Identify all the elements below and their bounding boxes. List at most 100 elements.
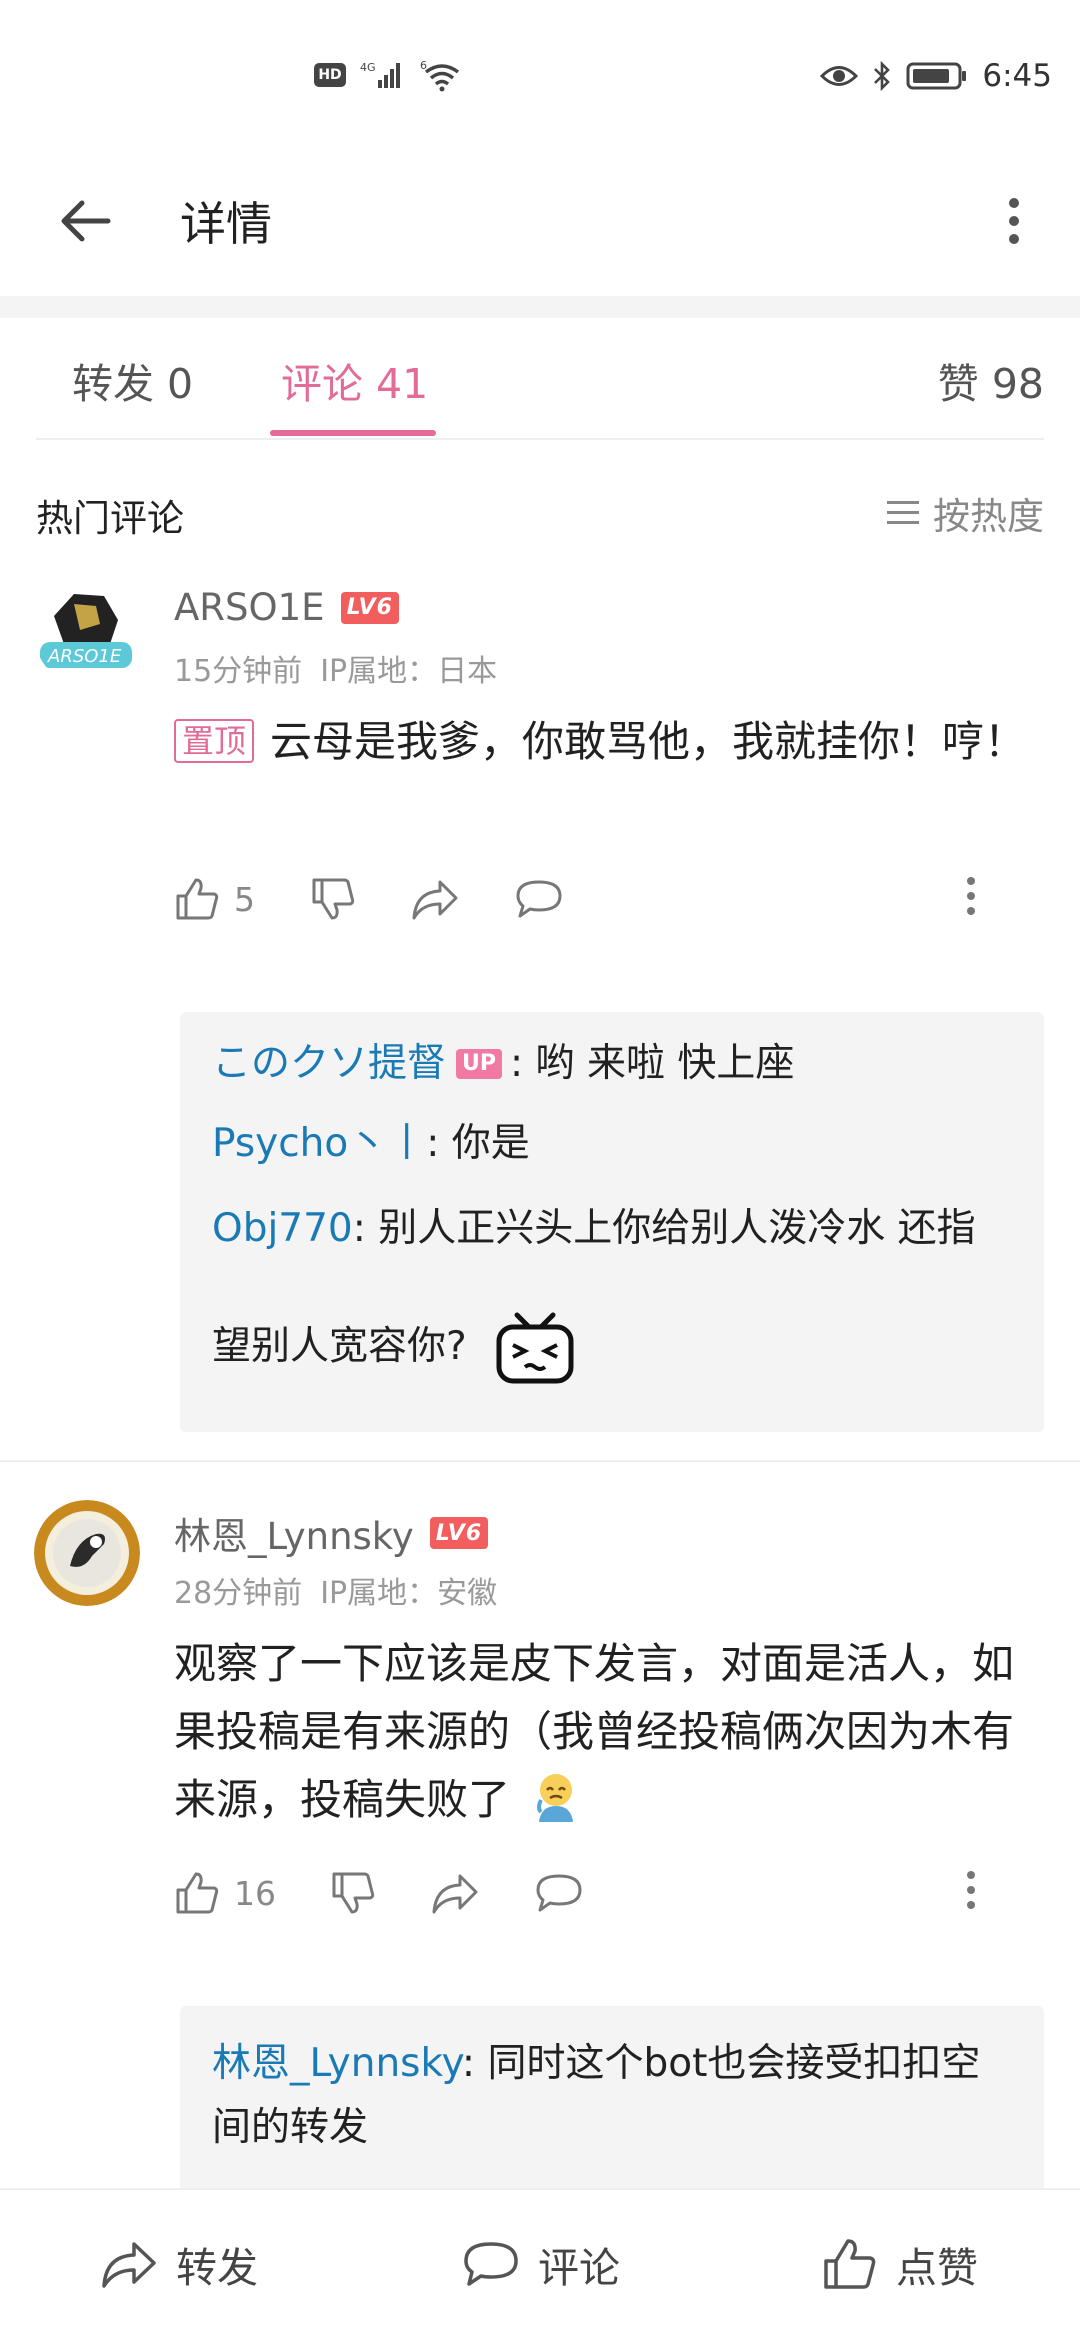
- avatar[interactable]: [34, 1500, 140, 1606]
- like-button[interactable]: 5: [174, 876, 255, 922]
- back-button[interactable]: [50, 186, 120, 256]
- comment-more-button[interactable]: [966, 876, 976, 916]
- level-badge: LV6: [429, 1517, 489, 1549]
- wifi-icon: 6: [420, 59, 460, 92]
- up-badge: UP: [456, 1049, 503, 1079]
- thumbs-up-icon: [176, 878, 219, 920]
- chat-bubble-icon: [516, 880, 562, 918]
- like-button[interactable]: 16: [174, 1870, 276, 1916]
- avatar[interactable]: ARSO1E: [34, 580, 140, 686]
- page-title: 详情: [180, 197, 272, 251]
- bottom-action-bar: 转发 评论 点赞: [0, 2188, 1080, 2340]
- clock: 6:45: [982, 58, 1052, 94]
- comment-time: 15分钟前: [174, 654, 303, 689]
- level-badge: LV6: [340, 591, 399, 624]
- share-icon: [432, 1874, 478, 1914]
- divider: [0, 1460, 1080, 1462]
- share-icon: [412, 880, 458, 920]
- reply-item: Obj770: 别人正兴头上你给别人泼冷水 还指望别人宽容你?: [212, 1170, 1012, 1406]
- tab-like[interactable]: 赞 98: [938, 350, 1044, 410]
- reply-button[interactable]: [514, 876, 564, 922]
- comment-button[interactable]: 评论: [462, 2234, 620, 2294]
- thumbs-up-icon: [176, 1872, 219, 1914]
- thumbs-down-icon: [332, 1872, 375, 1914]
- comment-text: 观察了一下应该是皮下发言，对面是活人，如果投稿是有来源的（我曾经投稿俩次因为木有…: [174, 1639, 1015, 1824]
- thumbs-up-icon: [824, 2239, 876, 2289]
- thumbs-down-icon: [312, 878, 355, 920]
- reply-preview-box[interactable]: このクソ提督 UP: 哟 来啦 快上座 Psycho丶丨: 你是 Obj770: …: [180, 1012, 1044, 1432]
- arrow-left-icon: [61, 200, 111, 242]
- crying-emoji-icon: [537, 1774, 574, 1822]
- like-count: 5: [234, 879, 255, 919]
- reply-username[interactable]: このクソ提督: [212, 1041, 446, 1086]
- repost-button[interactable]: 转发: [100, 2234, 258, 2294]
- pinned-badge: 置顶: [174, 719, 255, 763]
- svg-text:ARSO1E: ARSO1E: [47, 646, 122, 667]
- cellular-signal-icon: 4G: [360, 61, 400, 88]
- share-button[interactable]: [430, 1870, 480, 1916]
- sort-label: 按热度: [933, 495, 1044, 538]
- status-left-icons: HD 4G 6: [314, 58, 464, 92]
- reply-preview-box[interactable]: 林恩_Lynnsky: 同时这个bot也会接受扣扣空间的转发: [180, 2006, 1044, 2206]
- bilibili-tv-emoji-icon: [496, 1312, 574, 1383]
- comment-text: 云母是我爹，你敢骂他，我就挂你！哼！: [270, 717, 1027, 766]
- more-vertical-icon: [967, 877, 975, 915]
- comment-text-block: 观察了一下应该是皮下发言，对面是活人，如果投稿是有来源的（我曾经投稿俩次因为木有…: [174, 1630, 1044, 1834]
- reply-item: 林恩_Lynnsky: 同时这个bot也会接受扣扣空间的转发: [212, 2032, 1012, 2160]
- bluetooth-icon: [874, 60, 891, 92]
- tab-repost[interactable]: 转发 0: [72, 350, 193, 410]
- like-button[interactable]: 点赞: [822, 2234, 978, 2294]
- hd-icon: HD: [314, 63, 346, 87]
- status-right-icons: 6:45: [820, 58, 1052, 94]
- comment-meta: 28分钟前 IP属地：安徽: [174, 1568, 497, 1612]
- top-app-bar: 详情: [0, 150, 1080, 300]
- user-avatar-image: ARSO1E: [34, 580, 140, 686]
- active-tab-indicator: [270, 430, 436, 436]
- comment-meta: 15分钟前 IP属地：日本: [174, 646, 497, 690]
- reply-item: このクソ提督 UP: 哟 来啦 快上座: [212, 1038, 1012, 1090]
- reply-username[interactable]: Psycho丶丨: [212, 1121, 426, 1166]
- like-label: 点赞: [896, 2244, 978, 2292]
- svg-text:4G: 4G: [360, 61, 376, 74]
- tab-comment[interactable]: 评论 41: [281, 350, 428, 410]
- dislike-button[interactable]: [330, 1870, 376, 1916]
- reply-button[interactable]: [534, 1870, 584, 1916]
- tab-bar: 转发 0 评论 41 赞 98: [0, 318, 1080, 440]
- username-row: 林恩_Lynnsky LV6: [174, 1506, 489, 1560]
- section-gap: [0, 296, 1080, 318]
- username[interactable]: ARSO1E: [174, 586, 325, 629]
- ip-location: IP属地：安徽: [320, 1576, 498, 1611]
- divider: [36, 438, 1044, 440]
- like-count: 16: [234, 1873, 276, 1913]
- comment-actions: 5: [174, 876, 1014, 936]
- comment-label: 评论: [538, 2244, 620, 2292]
- ip-location: IP属地：日本: [320, 654, 498, 689]
- sort-list-icon: [887, 501, 919, 524]
- share-button[interactable]: [410, 876, 460, 922]
- reply-item: Psycho丶丨: 你是: [212, 1118, 1012, 1170]
- chat-bubble-icon: [464, 2242, 518, 2286]
- battery-icon: [906, 62, 967, 90]
- dislike-button[interactable]: [310, 876, 356, 922]
- reply-username[interactable]: 林恩_Lynnsky: [212, 2041, 462, 2086]
- share-icon: [102, 2242, 156, 2288]
- eye-icon: [820, 66, 859, 86]
- username-row: ARSO1E LV6: [174, 586, 399, 629]
- more-vertical-icon: [1009, 198, 1019, 244]
- more-vertical-icon: [967, 1871, 975, 1909]
- more-options-button[interactable]: [984, 186, 1044, 256]
- reply-text: : 你是: [426, 1121, 530, 1166]
- chat-bubble-icon: [536, 1874, 582, 1912]
- repost-label: 转发: [176, 2244, 258, 2292]
- comment-text-block: 置顶 云母是我爹，你敢骂他，我就挂你！哼！: [174, 708, 1044, 776]
- comment-item: ARSO1E ARSO1E LV6 15分钟前 IP属地：日本 置顶 云母是我爹，…: [0, 570, 1080, 1460]
- comment-more-button[interactable]: [966, 1870, 976, 1910]
- comment-time: 28分钟前: [174, 1576, 303, 1611]
- status-bar: HD 4G 6 6:45: [0, 0, 1080, 150]
- user-avatar-image: [34, 1500, 140, 1606]
- comment-actions: 16: [174, 1870, 1014, 1930]
- sort-button[interactable]: 按热度: [887, 486, 1044, 540]
- reply-username[interactable]: Obj770: [212, 1206, 353, 1251]
- username[interactable]: 林恩_Lynnsky: [174, 1506, 414, 1560]
- reply-text: : 哟 来啦 快上座: [510, 1041, 795, 1086]
